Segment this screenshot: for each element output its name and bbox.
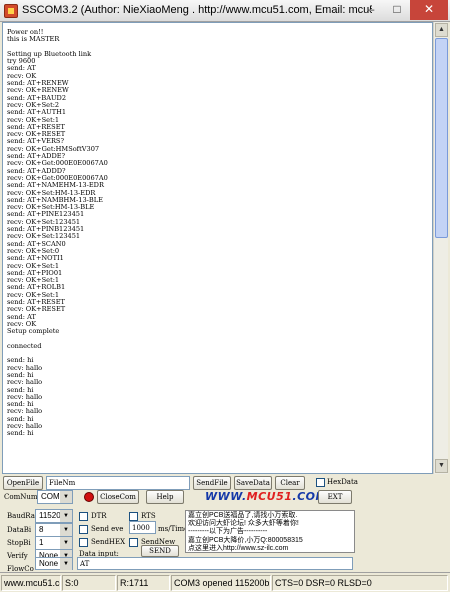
open-file-button[interactable]: OpenFile xyxy=(3,476,43,490)
stop-bits-select[interactable]: 1 ▼ xyxy=(35,536,73,550)
close-com-button[interactable]: CloseCom xyxy=(97,490,139,504)
flow-control-select[interactable]: None ▼ xyxy=(35,557,73,570)
status-bar: www.mcu51.cor S:0 R:1711 COM3 opened 115… xyxy=(0,572,450,592)
data-bits-value: 8 xyxy=(39,525,44,534)
status-site: www.mcu51.cor xyxy=(1,575,61,591)
title-bar: SSCOM3.2 (Author: NieXiaoMeng . http://w… xyxy=(0,0,450,22)
stop-bits-value: 1 xyxy=(39,538,44,547)
interval-input[interactable]: 1000 xyxy=(129,521,156,534)
dtr-checkbox[interactable] xyxy=(79,512,88,521)
baud-rate-select[interactable]: 115200 ▼ xyxy=(35,509,73,523)
status-received-count: R:1711 xyxy=(117,575,170,591)
app-icon xyxy=(4,4,18,18)
maximize-icon[interactable]: □ xyxy=(384,0,410,20)
send-hex-label: SendHEX xyxy=(91,538,126,546)
com-port-select[interactable]: COM3 ▼ xyxy=(37,490,73,504)
status-port: COM3 opened 115200bp xyxy=(171,575,271,591)
mcu51-logo: WWW.MCU51.COM xyxy=(205,490,327,503)
chevron-down-icon: ▼ xyxy=(60,510,72,522)
close-icon[interactable]: ✕ xyxy=(410,0,448,20)
chevron-down-icon: ▼ xyxy=(60,537,72,549)
chevron-down-icon: ▼ xyxy=(60,491,72,503)
send-every-label: Send eve xyxy=(91,525,124,533)
com-num-label: ComNum xyxy=(4,493,38,501)
stop-bits-label: StopBi xyxy=(7,539,31,547)
dtr-label: DTR xyxy=(91,512,107,520)
verify-label: Verify xyxy=(7,552,28,560)
clear-button[interactable]: Clear xyxy=(275,476,305,490)
ext-button[interactable]: EXT xyxy=(318,490,352,504)
data-bits-label: DataBi xyxy=(7,526,32,534)
minimize-icon[interactable]: – xyxy=(358,0,384,20)
scroll-up-icon[interactable]: ▲ xyxy=(435,23,448,37)
file-name-field[interactable]: FileNm xyxy=(46,476,190,490)
window-controls: – □ ✕ xyxy=(358,0,448,20)
scroll-thumb[interactable] xyxy=(435,38,448,238)
data-input-field[interactable]: AT xyxy=(77,557,353,570)
receive-console[interactable]: Power on!! this is MASTER Setting up Blu… xyxy=(2,22,433,474)
hex-data-checkbox[interactable] xyxy=(316,478,325,487)
chevron-down-icon: ▼ xyxy=(60,524,72,536)
flow-control-value: None xyxy=(39,559,59,568)
data-bits-select[interactable]: 8 ▼ xyxy=(35,523,73,537)
send-hex-checkbox[interactable] xyxy=(79,538,88,547)
console-scrollbar[interactable]: ▲ ▼ xyxy=(433,22,448,474)
save-data-button[interactable]: SaveData xyxy=(234,476,272,490)
port-status-indicator-icon xyxy=(84,492,94,502)
interval-unit-label: ms/Time xyxy=(158,525,189,533)
advertisement-box[interactable]: 嘉立创PCB送福品了,请找小万索取. 欢迎访问大虾论坛! 众多大虾等着你! --… xyxy=(185,510,355,553)
baud-rate-label: BaudRa xyxy=(7,512,35,520)
status-sent-count: S:0 xyxy=(62,575,116,591)
send-new-checkbox[interactable] xyxy=(129,538,138,547)
help-button[interactable]: Help xyxy=(146,490,184,504)
chevron-down-icon: ▼ xyxy=(60,558,72,570)
send-every-checkbox[interactable] xyxy=(79,525,88,534)
hex-data-label: HexData xyxy=(327,478,358,486)
status-lines: CTS=0 DSR=0 RLSD=0 xyxy=(272,575,448,591)
send-button[interactable]: SEND xyxy=(141,545,179,557)
scroll-down-icon[interactable]: ▼ xyxy=(435,459,448,473)
window-title: SSCOM3.2 (Author: NieXiaoMeng . http://w… xyxy=(22,4,372,16)
send-file-button[interactable]: SendFile xyxy=(193,476,231,490)
rts-checkbox[interactable] xyxy=(129,512,138,521)
